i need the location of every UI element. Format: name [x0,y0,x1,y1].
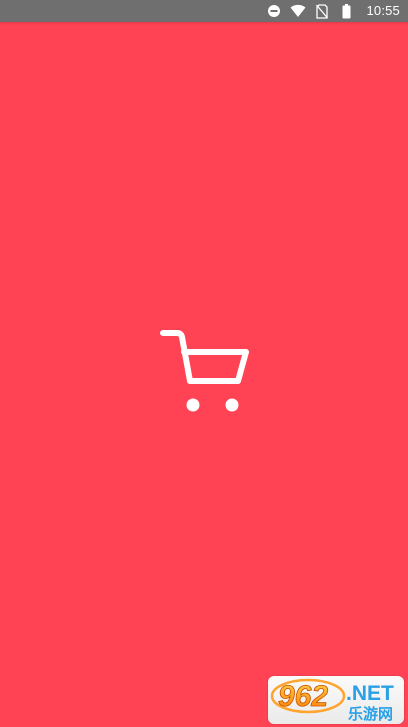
logo-domain: .NET [346,682,394,705]
do-not-disturb-icon [266,3,282,19]
wifi-icon [290,3,306,19]
962-net-logo: 962 .NET 乐游网 [268,676,404,724]
splash-screen: 10:55 962 .NET 乐游网 [0,0,408,727]
logo-chinese-name: 乐游网 [348,705,393,723]
status-icons: 10:55 [266,0,400,22]
status-time: 10:55 [366,3,400,18]
shopping-cart-icon [160,328,250,416]
no-sim-icon [314,3,330,19]
battery-icon [338,3,354,19]
logo-number: 962 [278,680,328,713]
status-bar: 10:55 [0,0,408,22]
